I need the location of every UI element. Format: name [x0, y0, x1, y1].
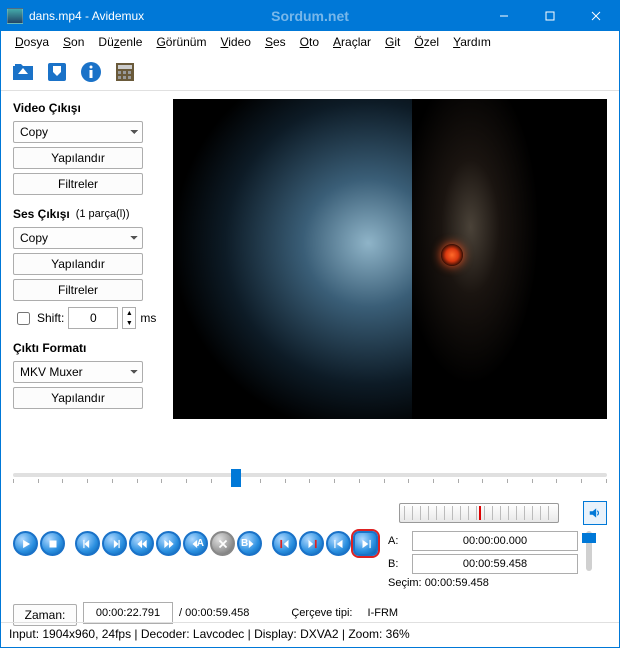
shift-unit: ms — [140, 311, 156, 325]
open-icon[interactable] — [9, 58, 37, 86]
prev-keyframe-button[interactable] — [129, 531, 154, 556]
set-marker-b-button[interactable]: B — [237, 531, 262, 556]
next-frame-button[interactable] — [102, 531, 127, 556]
next-cut-button[interactable] — [299, 531, 324, 556]
marker-a-label: A: — [388, 535, 412, 547]
video-codec-select[interactable]: Copy — [13, 121, 143, 143]
titlebar: dans.mp4 - Avidemux Sordum.net — [1, 1, 619, 31]
cyborg-eye — [441, 244, 463, 266]
delete-selection-button[interactable] — [210, 531, 235, 556]
frametype-label: Çerçeve tipi: — [291, 607, 352, 619]
audio-codec-select[interactable]: Copy — [13, 227, 143, 249]
menu-ses[interactable]: Ses — [259, 34, 292, 51]
go-to-start-button[interactable] — [326, 531, 351, 556]
shift-checkbox[interactable] — [17, 312, 30, 325]
save-icon[interactable] — [43, 58, 71, 86]
go-to-end-button[interactable] — [353, 531, 378, 556]
app-icon — [7, 8, 23, 24]
video-configure-button[interactable]: Yapılandır — [13, 147, 143, 169]
menu-dosya[interactable]: Dosya — [9, 34, 55, 51]
marker-b-value: 00:00:59.458 — [412, 554, 578, 574]
output-format-title: Çıktı Formatı — [13, 341, 157, 355]
timeline-slider[interactable] — [13, 467, 607, 493]
time-input[interactable] — [83, 602, 173, 624]
video-output-title: Video Çıkışı — [13, 101, 157, 115]
menu-son[interactable]: Son — [57, 34, 90, 51]
menu-video[interactable]: Video — [214, 34, 256, 51]
marker-b-label: B: — [388, 558, 412, 570]
shift-spinner[interactable]: ▲▼ — [122, 307, 136, 329]
shift-label: Shift: — [37, 311, 64, 325]
watermark: Sordum.net — [271, 8, 349, 24]
time-total: / 00:00:59.458 — [179, 607, 249, 619]
video-filters-button[interactable]: Filtreler — [13, 173, 143, 195]
video-preview — [173, 99, 607, 419]
selection-label: Seçim: — [388, 577, 422, 589]
menu-git[interactable]: Git — [379, 34, 406, 51]
frametype-value: I-FRM — [368, 607, 399, 619]
left-panel: Video Çıkışı Copy Yapılandır Filtreler S… — [1, 91, 165, 461]
prev-frame-button[interactable] — [75, 531, 100, 556]
audio-output-title: Ses Çıkışı — [13, 207, 70, 221]
muxer-select[interactable]: MKV Muxer — [13, 361, 143, 383]
play-button[interactable] — [13, 531, 38, 556]
info-icon[interactable] — [77, 58, 105, 86]
timeline-thumb[interactable] — [231, 469, 241, 487]
menu-ozel[interactable]: Özel — [408, 34, 445, 51]
volume-slider[interactable] — [586, 531, 592, 571]
muxer-configure-button[interactable]: Yapılandır — [13, 387, 143, 409]
maximize-button[interactable] — [527, 1, 573, 31]
statusbar: Input: 1904x960, 24fps | Decoder: Lavcod… — [1, 622, 619, 648]
menu-araclar[interactable]: Araçlar — [327, 34, 377, 51]
menu-yardim[interactable]: Yardım — [447, 34, 497, 51]
calculator-icon[interactable] — [111, 58, 139, 86]
jog-wheel[interactable] — [399, 503, 559, 523]
shift-input[interactable] — [68, 307, 118, 329]
menu-duzenle[interactable]: Düzenle — [92, 34, 148, 51]
audio-filters-button[interactable]: Filtreler — [13, 279, 143, 301]
close-button[interactable] — [573, 1, 619, 31]
set-marker-a-button[interactable]: A — [183, 531, 208, 556]
audio-tracks-label: (1 parça(l)) — [76, 208, 130, 220]
marker-a-value: 00:00:00.000 — [412, 531, 578, 551]
menubar: Dosya Son Düzenle Görünüm Video Ses Oto … — [1, 31, 619, 53]
speaker-icon[interactable] — [583, 501, 607, 525]
stop-button[interactable] — [40, 531, 65, 556]
menu-oto[interactable]: Oto — [294, 34, 325, 51]
prev-cut-button[interactable] — [272, 531, 297, 556]
menu-gorunum[interactable]: Görünüm — [150, 34, 212, 51]
selection-value: 00:00:59.458 — [425, 577, 489, 589]
toolbar — [1, 53, 619, 91]
minimize-button[interactable] — [481, 1, 527, 31]
window-title: dans.mp4 - Avidemux — [29, 9, 144, 23]
audio-configure-button[interactable]: Yapılandır — [13, 253, 143, 275]
next-keyframe-button[interactable] — [156, 531, 181, 556]
